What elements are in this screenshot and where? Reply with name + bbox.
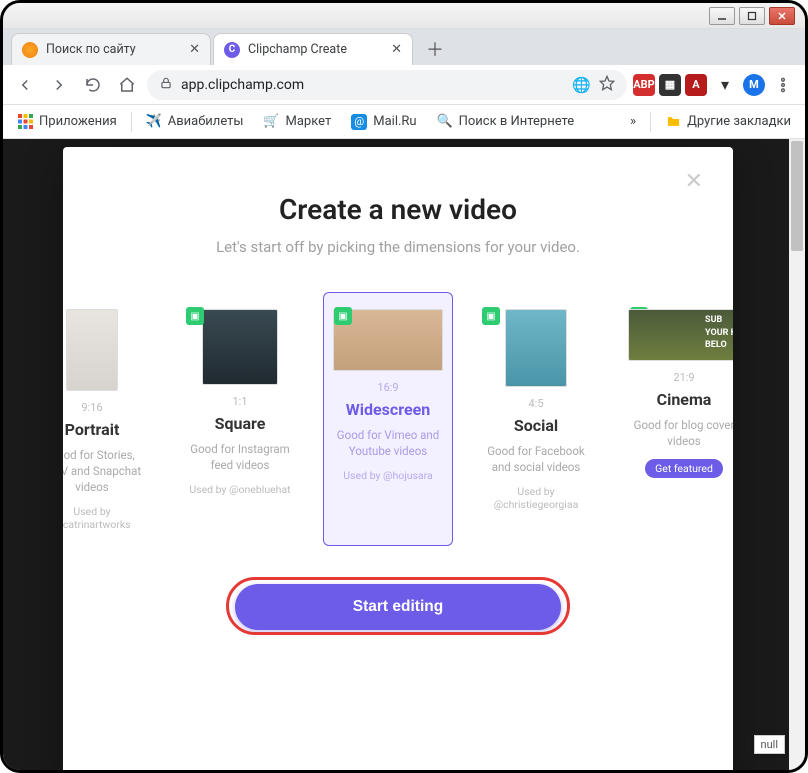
ratio-label: 4:5 xyxy=(480,397,592,410)
dimension-card-cinema[interactable]: ▣ 21:9 Cinema Good for blog cover videos… xyxy=(619,292,733,546)
bookmark-label: Другие закладки xyxy=(687,114,791,129)
translate-icon[interactable]: 🌐 xyxy=(572,76,591,94)
bookmark-label: Авиабилеты xyxy=(168,114,244,129)
window-close-button[interactable] xyxy=(769,7,795,25)
favicon-icon xyxy=(22,42,38,58)
card-name: Cinema xyxy=(628,390,733,409)
template-badge-icon: ▣ xyxy=(482,307,500,325)
template-badge-icon: ▣ xyxy=(334,307,352,325)
card-description: Good for Stories, IGTV and Snapchat vide… xyxy=(63,447,148,495)
card-used-by: Used by @catrinartworks xyxy=(63,505,148,531)
bookmarks-overflow-button[interactable]: » xyxy=(624,110,642,133)
ratio-label: 9:16 xyxy=(63,401,148,414)
dimension-card-widescreen[interactable]: ▣ 16:9 Widescreen Good for Vimeo and You… xyxy=(323,292,453,546)
bookmark-item[interactable]: 🔍 Поиск в Интернете xyxy=(431,110,581,134)
get-featured-pill[interactable]: Get featured xyxy=(645,459,723,478)
bookmark-label: Приложения xyxy=(39,114,117,129)
new-tab-button[interactable]: ＋ xyxy=(421,35,449,63)
thumbnail-image xyxy=(202,309,278,385)
window-titlebar xyxy=(3,3,805,29)
bookmark-label: Маркет xyxy=(286,114,332,129)
extension-abp-icon[interactable]: ABP xyxy=(633,74,655,96)
card-description: Good for blog cover videos xyxy=(628,417,733,449)
create-video-modal: ✕ Create a new video Let's start off by … xyxy=(63,147,733,770)
ratio-label: 21:9 xyxy=(628,371,733,384)
chevron-double-right-icon: » xyxy=(630,114,636,129)
bookmark-item[interactable]: ✈️ Авиабилеты xyxy=(140,110,250,134)
tab-clipchamp[interactable]: C Clipchamp Create ✕ xyxy=(213,33,413,65)
browser-menu-button[interactable] xyxy=(769,71,797,99)
browser-toolbar: app.clipchamp.com 🌐 ABP ▦ A ▾ M xyxy=(3,65,805,105)
at-icon: @ xyxy=(351,114,367,130)
dimension-card-row: ▣ 9:16 Portrait Good for Stories, IGTV a… xyxy=(73,292,703,546)
folder-icon xyxy=(665,114,681,130)
tab-title: Clipchamp Create xyxy=(248,42,383,57)
card-used-by: Used by @hojusara xyxy=(332,469,444,482)
home-button[interactable] xyxy=(113,71,141,99)
thumbnail-image xyxy=(628,309,733,361)
extension-icon[interactable]: ▦ xyxy=(659,74,681,96)
page-content: ✕ Create a new video Let's start off by … xyxy=(3,139,805,770)
ratio-label: 1:1 xyxy=(184,395,296,408)
plane-icon: ✈️ xyxy=(146,114,162,130)
lock-icon xyxy=(159,76,173,94)
bookmarks-bar: Приложения ✈️ Авиабилеты 🛒 Маркет @ Mail… xyxy=(3,105,805,139)
reload-button[interactable] xyxy=(79,71,107,99)
extension-pdf-icon[interactable]: A xyxy=(685,74,707,96)
apps-shortcut[interactable]: Приложения xyxy=(11,110,123,134)
card-used-by: Used by @onebluehat xyxy=(184,483,296,496)
dimension-card-portrait[interactable]: ▣ 9:16 Portrait Good for Stories, IGTV a… xyxy=(63,292,157,546)
search-icon: 🔍 xyxy=(437,114,453,130)
back-button[interactable] xyxy=(11,71,39,99)
modal-subtitle: Let's start off by picking the dimension… xyxy=(83,238,713,256)
extensions-menu-icon[interactable]: ▾ xyxy=(711,71,739,99)
modal-close-button[interactable]: ✕ xyxy=(685,169,703,194)
profile-avatar[interactable]: M xyxy=(743,74,765,96)
favicon-icon: C xyxy=(224,42,240,58)
address-bar[interactable]: app.clipchamp.com 🌐 xyxy=(147,70,627,100)
bookmark-item[interactable]: @ Mail.Ru xyxy=(345,110,422,134)
window-minimize-button[interactable] xyxy=(709,7,735,25)
bookmark-label: Mail.Ru xyxy=(373,114,416,129)
other-bookmarks-button[interactable]: Другие закладки xyxy=(659,110,797,134)
apps-grid-icon xyxy=(17,114,33,130)
card-description: Good for Vimeo and Youtube videos xyxy=(332,427,444,459)
template-badge-icon: ▣ xyxy=(186,307,204,325)
tab-title: Поиск по сайту xyxy=(46,42,181,57)
cart-icon: 🛒 xyxy=(264,114,280,130)
scrollbar-thumb[interactable] xyxy=(791,141,803,251)
bookmark-star-icon[interactable] xyxy=(599,75,615,95)
bookmark-item[interactable]: 🛒 Маркет xyxy=(258,110,338,134)
thumbnail-image xyxy=(66,309,118,391)
tab-close-button[interactable]: ✕ xyxy=(189,42,200,57)
window-maximize-button[interactable] xyxy=(739,7,765,25)
url-text: app.clipchamp.com xyxy=(181,77,304,93)
card-description: Good for Facebook and social videos xyxy=(480,443,592,475)
card-name: Widescreen xyxy=(332,400,444,419)
ratio-label: 16:9 xyxy=(332,381,444,394)
null-tooltip: null xyxy=(754,735,786,754)
card-used-by: Used by @christiegeorgiaa xyxy=(480,485,592,511)
start-editing-button[interactable]: Start editing xyxy=(235,584,561,630)
modal-title: Create a new video xyxy=(83,193,713,226)
tab-search[interactable]: Поиск по сайту ✕ xyxy=(11,33,211,65)
dimension-card-social[interactable]: ▣ 4:5 Social Good for Facebook and socia… xyxy=(471,292,601,546)
scrollbar-track[interactable] xyxy=(789,139,805,770)
forward-button[interactable] xyxy=(45,71,73,99)
tab-close-button[interactable]: ✕ xyxy=(391,42,402,57)
card-name: Social xyxy=(480,416,592,435)
dimension-card-square[interactable]: ▣ 1:1 Square Good for Instagram feed vid… xyxy=(175,292,305,546)
card-name: Square xyxy=(184,414,296,433)
card-description: Good for Instagram feed videos xyxy=(184,441,296,473)
thumbnail-image xyxy=(505,309,567,387)
bookmark-label: Поиск в Интернете xyxy=(459,114,575,129)
tab-strip: Поиск по сайту ✕ C Clipchamp Create ✕ ＋ xyxy=(3,29,805,65)
card-name: Portrait xyxy=(63,420,148,439)
browser-window: Поиск по сайту ✕ C Clipchamp Create ✕ ＋ … xyxy=(0,0,808,773)
